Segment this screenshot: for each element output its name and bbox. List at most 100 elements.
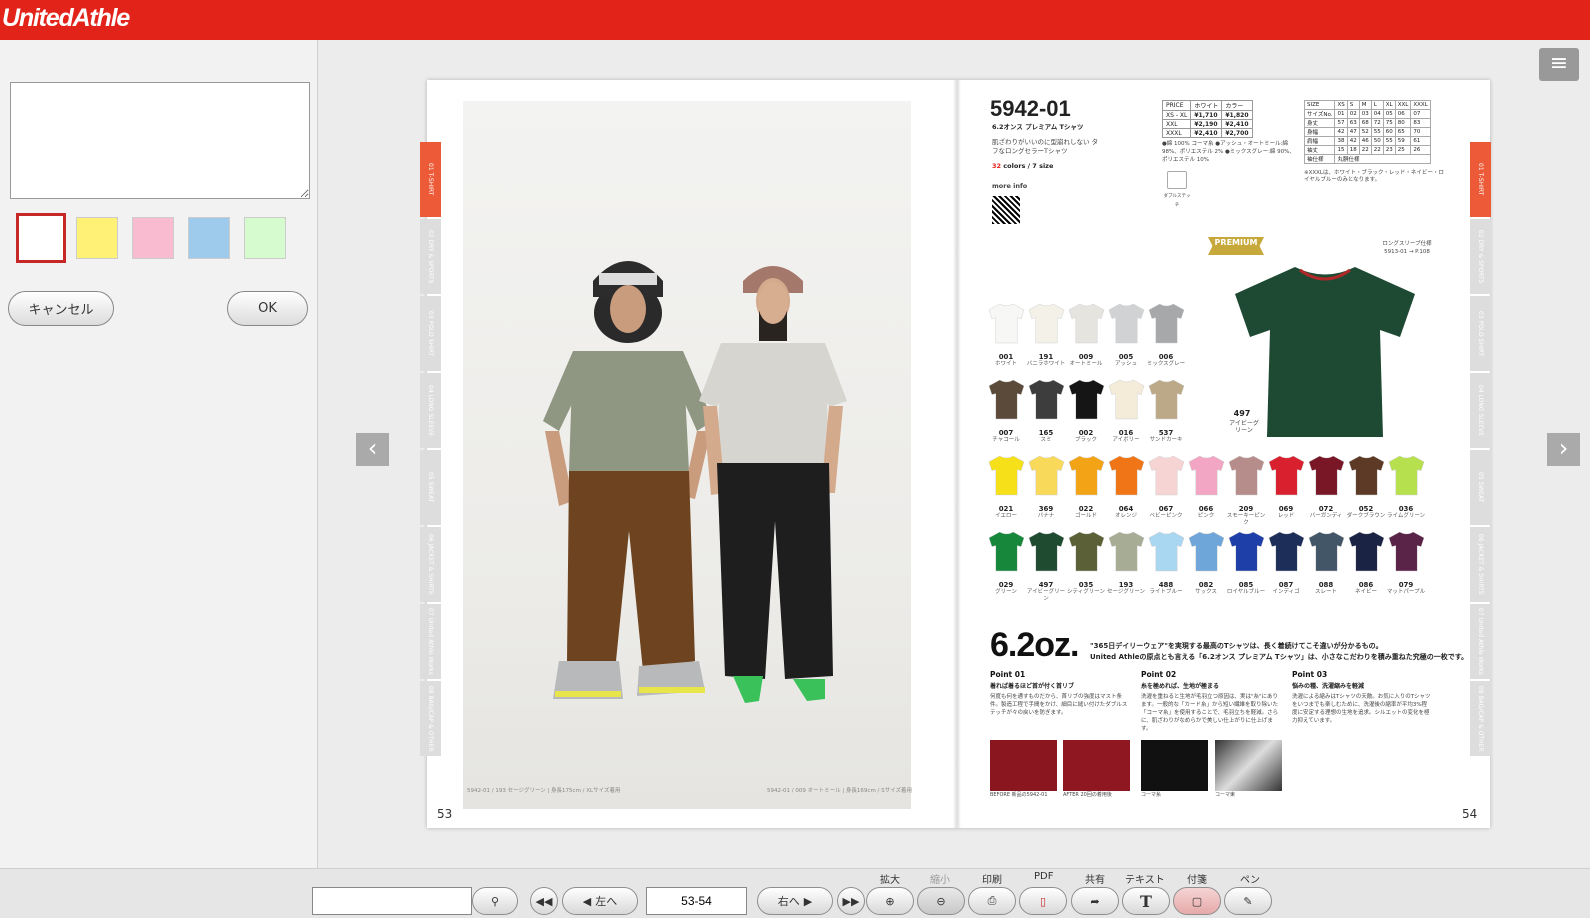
color-swatch-shirt[interactable] xyxy=(987,378,1026,421)
color-swatch-label: 079 マットパープル xyxy=(1386,581,1426,596)
price-row: XXL ¥2,190 ¥2,410 xyxy=(1161,119,1253,129)
index-tab[interactable]: 02 DRY & SPORTS xyxy=(1470,219,1491,294)
color-swatch-shirt[interactable] xyxy=(1187,530,1226,573)
color-swatch-label: 002 ブラック xyxy=(1066,429,1106,444)
note-textarea[interactable] xyxy=(10,82,310,199)
color-swatch-shirt[interactable] xyxy=(1187,454,1226,497)
price-cell: ¥1,710 xyxy=(1190,110,1223,120)
color-swatch-shirt[interactable] xyxy=(1147,302,1186,345)
left-page-number: 53 xyxy=(437,807,453,821)
index-tab[interactable]: 08 BAG/CAP & OTHER xyxy=(420,681,441,756)
qr-code-icon[interactable] xyxy=(992,196,1020,224)
color-swatch-shirt[interactable] xyxy=(1227,454,1266,497)
color-swatch-label: 007 チャコール xyxy=(986,429,1026,444)
note-color-pink[interactable] xyxy=(132,217,174,259)
color-swatch-shirt[interactable] xyxy=(1307,530,1346,573)
index-tab[interactable]: 04 LONG SLEEVE xyxy=(420,373,441,448)
prev-button[interactable]: ◀ 左へ xyxy=(562,887,638,915)
index-tab[interactable]: 02 DRY & SPORTS xyxy=(420,219,441,294)
index-tab[interactable]: 06 JACKET & SHIRTS xyxy=(420,527,441,602)
color-swatch-shirt[interactable] xyxy=(1027,454,1066,497)
page-input[interactable] xyxy=(646,887,747,915)
sticky-note-button[interactable]: ▢ xyxy=(1173,887,1221,915)
color-swatch-shirt[interactable] xyxy=(1387,530,1426,573)
pdf-button[interactable]: ▯ xyxy=(1019,887,1067,915)
chevron-left-icon: ‹ xyxy=(367,434,378,462)
color-name: ミックスグレー xyxy=(1146,361,1186,367)
color-swatch-label: 066 ピンク xyxy=(1186,505,1226,520)
size-cell: 83 xyxy=(1410,118,1431,128)
index-tab[interactable]: 01 T-SHIRT xyxy=(420,142,441,217)
color-swatch-shirt[interactable] xyxy=(1027,302,1066,345)
color-code: 165 xyxy=(1038,429,1054,437)
prev-page-button[interactable]: ‹ xyxy=(356,433,389,466)
color-swatch-shirt[interactable] xyxy=(1067,378,1106,421)
color-swatch-shirt[interactable] xyxy=(1147,378,1186,421)
color-swatch-shirt[interactable] xyxy=(987,530,1026,573)
color-swatch-shirt[interactable] xyxy=(1347,530,1386,573)
color-swatch-shirt[interactable] xyxy=(1147,454,1186,497)
last-page-button[interactable]: ▶▶ xyxy=(837,887,865,915)
index-tab[interactable]: 01 T-SHIRT xyxy=(1470,142,1491,217)
text-button[interactable]: T xyxy=(1122,887,1170,915)
point-title: Point 03 xyxy=(1292,670,1328,679)
size-table: SIZE XS S M L XL XXL XXXL サイズNo. 01 02 03 04 05 06 07 身丈… xyxy=(1303,100,1431,164)
menu-button[interactable]: ≡ xyxy=(1539,48,1579,81)
index-tab[interactable]: 03 POLO SHIRT xyxy=(420,296,441,371)
color-swatch-shirt[interactable] xyxy=(1267,530,1306,573)
search-input[interactable] xyxy=(312,887,472,915)
index-tab[interactable]: 07 United Athle Works xyxy=(1470,604,1491,679)
color-swatch-label: 209 スモーキーピンク xyxy=(1226,505,1266,526)
color-swatch-shirt[interactable] xyxy=(1107,302,1146,345)
index-tab[interactable]: 06 JACKET & SHIRTS xyxy=(1470,527,1491,602)
size-cell: サイズNo. xyxy=(1303,109,1336,119)
next-button[interactable]: 右へ ▶ xyxy=(757,887,833,915)
color-swatch-shirt[interactable] xyxy=(987,302,1026,345)
color-swatch-shirt[interactable] xyxy=(1307,454,1346,497)
color-swatch-shirt[interactable] xyxy=(1107,378,1146,421)
index-tab[interactable]: 03 POLO SHIRT xyxy=(1470,296,1491,371)
color-code: 082 xyxy=(1198,581,1214,589)
price-cell: カラー xyxy=(1221,100,1253,111)
color-swatch-shirt[interactable] xyxy=(1107,530,1146,573)
size-cell: 22 xyxy=(1358,145,1372,155)
share-button[interactable]: ➦ xyxy=(1071,887,1119,915)
color-swatch-shirt[interactable] xyxy=(1347,454,1386,497)
index-tab[interactable]: 08 BAG/CAP & OTHER xyxy=(1470,681,1491,756)
size-cell: 身丈 xyxy=(1303,118,1336,128)
color-swatch-shirt[interactable] xyxy=(1387,454,1426,497)
note-color-green[interactable] xyxy=(244,217,286,259)
color-swatch-shirt[interactable] xyxy=(1027,530,1066,573)
ok-button[interactable]: OK xyxy=(227,291,308,326)
color-swatch-shirt[interactable] xyxy=(1147,530,1186,573)
thumb-combed-yarn xyxy=(1141,740,1208,791)
color-name: ブラック xyxy=(1074,437,1097,443)
zoom-out-button[interactable]: ⊖ xyxy=(917,887,965,915)
index-tab[interactable]: 04 LONG SLEEVE xyxy=(1470,373,1491,448)
zoom-in-button[interactable]: ⊕ xyxy=(866,887,914,915)
index-tab[interactable]: 05 SWEAT xyxy=(420,450,441,525)
pen-button[interactable]: ✎ xyxy=(1224,887,1272,915)
color-swatch-shirt[interactable] xyxy=(1027,378,1066,421)
color-swatch-shirt[interactable] xyxy=(1267,454,1306,497)
search-button[interactable]: ⚲ xyxy=(472,887,518,915)
size-cell: 65 xyxy=(1394,127,1412,137)
cancel-button[interactable]: キャンセル xyxy=(8,291,114,326)
index-tab[interactable]: 05 SWEAT xyxy=(1470,450,1491,525)
color-swatch-shirt[interactable] xyxy=(1067,454,1106,497)
note-color-blue[interactable] xyxy=(188,217,230,259)
point-subtitle: 悩みの種、洗濯縮みを軽減 xyxy=(1292,683,1365,690)
book-spread[interactable]: 01 T-SHIRT 02 DRY & SPORTS 03 POLO SHIRT 04… xyxy=(420,80,1491,828)
next-page-button[interactable]: › xyxy=(1547,433,1580,466)
color-swatch-shirt[interactable] xyxy=(987,454,1026,497)
print-button[interactable]: ⎙ xyxy=(968,887,1016,915)
color-swatch-shirt[interactable] xyxy=(1067,302,1106,345)
color-swatch-shirt[interactable] xyxy=(1107,454,1146,497)
first-page-button[interactable]: ◀◀ xyxy=(530,887,558,915)
note-color-white[interactable] xyxy=(16,213,66,263)
color-swatch-shirt[interactable] xyxy=(1227,530,1266,573)
book-spine xyxy=(953,80,961,828)
index-tab[interactable]: 07 United Athle Works xyxy=(420,604,441,679)
color-swatch-shirt[interactable] xyxy=(1067,530,1106,573)
note-color-yellow[interactable] xyxy=(76,217,118,259)
